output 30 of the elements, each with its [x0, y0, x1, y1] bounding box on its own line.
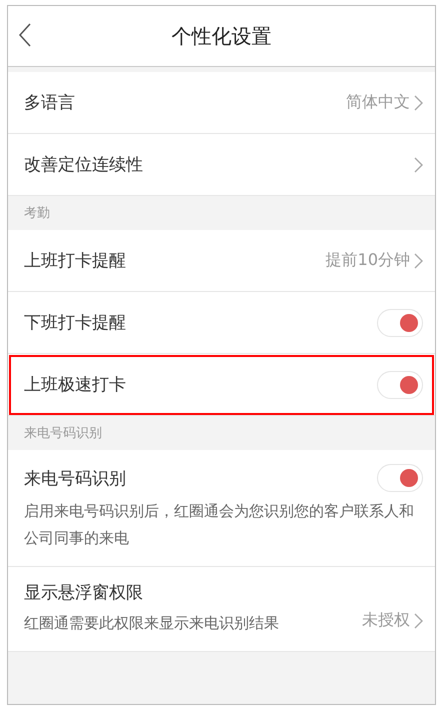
settings-row[interactable]: 多语言 简体中文 — [8, 72, 435, 134]
chevron-right-icon — [414, 94, 423, 110]
toggle-switch[interactable] — [377, 370, 423, 398]
toggle-switch[interactable] — [377, 464, 423, 492]
chevron-right-icon — [414, 156, 423, 172]
settings-row[interactable]: 上班打卡提醒 提前10分钟 — [8, 230, 435, 292]
chevron-right-icon — [414, 252, 423, 268]
setting-label: 改善定位连续性 — [24, 154, 143, 176]
settings-row[interactable]: 来电号码识别 启用来电号码识别后，红圈通会为您识别您的客户联系人和公司同事的来电 — [8, 450, 435, 567]
setting-value: 简体中文 — [346, 92, 410, 113]
setting-description: 启用来电号码识别后，红圈通会为您识别您的客户联系人和公司同事的来电 — [24, 501, 415, 549]
setting-value: 提前10分钟 — [326, 250, 410, 271]
section-title: 来电号码识别 — [23, 425, 103, 443]
setting-label: 多语言 — [24, 92, 75, 114]
chevron-right-icon — [414, 612, 423, 628]
toggle-switch[interactable] — [377, 308, 423, 336]
setting-value: 未授权 — [362, 610, 410, 631]
settings-row[interactable]: 改善定位连续性 — [8, 134, 435, 196]
setting-label: 下班打卡提醒 — [24, 312, 126, 334]
settings-row[interactable]: 显示悬浮窗权限 红圈通需要此权限来显示来电识别结果 未授权 — [8, 567, 435, 652]
setting-label: 上班打卡提醒 — [24, 250, 126, 272]
section-title: 考勤 — [23, 205, 51, 223]
setting-label: 显示悬浮窗权限 — [24, 582, 144, 604]
setting-label: 上班极速打卡 — [24, 374, 126, 396]
page-title: 个性化设置 — [172, 22, 272, 50]
settings-row[interactable]: 下班打卡提醒 — [8, 292, 435, 354]
settings-row[interactable]: 上班极速打卡 — [8, 354, 435, 416]
back-icon[interactable] — [18, 23, 32, 47]
setting-description: 红圈通需要此权限来显示来电识别结果 — [24, 613, 279, 634]
setting-label: 来电号码识别 — [24, 468, 126, 490]
